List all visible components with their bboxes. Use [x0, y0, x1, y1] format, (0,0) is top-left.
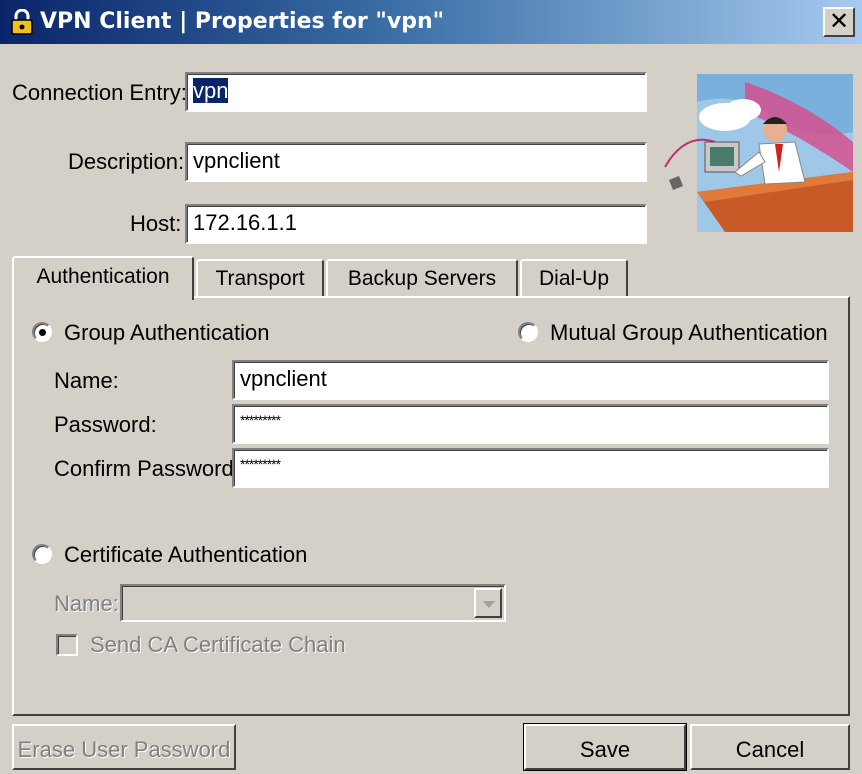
- connection-entry-value: vpn: [193, 78, 229, 103]
- cert-name-dropdown[interactable]: [120, 584, 506, 622]
- confirm-password-input[interactable]: *********: [232, 448, 829, 488]
- active-tab-joiner: [14, 295, 192, 299]
- tab-dial-up[interactable]: Dial-Up: [520, 259, 628, 297]
- cert-auth-radio[interactable]: [32, 544, 52, 564]
- title-bar[interactable]: VPN Client | Properties for "vpn" ✕: [0, 0, 862, 44]
- cert-name-label: Name:: [54, 591, 119, 616]
- password-label: Password:: [54, 412, 157, 437]
- connection-entry-label: Connection Entry:: [12, 80, 187, 105]
- mutual-auth-label: Mutual Group Authentication: [550, 320, 828, 345]
- password-value: *********: [240, 412, 281, 428]
- tab-dial-up-label: Dial-Up: [538, 267, 609, 290]
- tab-authentication-label: Authentication: [36, 265, 170, 288]
- cancel-label: Cancel: [735, 737, 805, 762]
- user-at-computer-illustration: [664, 74, 853, 232]
- description-value: vpnclient: [193, 148, 280, 173]
- password-input[interactable]: *********: [232, 404, 829, 444]
- description-input[interactable]: vpnclient: [185, 142, 647, 182]
- tab-transport-label: Transport: [215, 267, 305, 290]
- save-button[interactable]: Save: [523, 723, 687, 771]
- erase-password-button[interactable]: Erase User Password: [12, 724, 236, 770]
- description-label: Description:: [68, 149, 185, 174]
- group-auth-radio[interactable]: [32, 322, 52, 342]
- confirm-password-value: *********: [240, 456, 281, 472]
- tab-backup-servers-label: Backup Servers: [347, 267, 497, 290]
- erase-password-label: Erase User Password: [17, 737, 231, 762]
- group-name-value: vpnclient: [240, 366, 327, 391]
- radio-selected-dot: [39, 329, 46, 336]
- tab-authentication[interactable]: Authentication: [12, 256, 194, 300]
- cert-auth-label: Certificate Authentication: [64, 542, 308, 567]
- tab-backup-servers[interactable]: Backup Servers: [326, 259, 518, 297]
- chevron-down-icon[interactable]: [474, 588, 502, 618]
- confirm-password-label: Confirm Password:: [54, 456, 240, 481]
- send-ca-checkbox[interactable]: [56, 634, 78, 656]
- group-name-input[interactable]: vpnclient: [232, 360, 829, 400]
- host-value: 172.16.1.1: [193, 210, 297, 235]
- connection-entry-input[interactable]: vpn: [185, 72, 647, 112]
- group-name-label: Name:: [54, 368, 119, 393]
- group-auth-label: Group Authentication: [64, 320, 270, 345]
- host-input[interactable]: 172.16.1.1: [185, 204, 647, 244]
- window-title: VPN Client | Properties for "vpn": [40, 9, 445, 34]
- host-label: Host:: [130, 211, 182, 236]
- lock-icon: [11, 9, 33, 35]
- send-ca-label: Send CA Certificate Chain: [90, 632, 346, 657]
- mutual-auth-radio[interactable]: [518, 322, 538, 342]
- close-icon: ✕: [828, 7, 850, 35]
- cancel-button[interactable]: Cancel: [690, 724, 850, 770]
- close-button[interactable]: ✕: [823, 7, 855, 37]
- tab-transport[interactable]: Transport: [196, 259, 324, 297]
- save-label: Save: [579, 737, 631, 762]
